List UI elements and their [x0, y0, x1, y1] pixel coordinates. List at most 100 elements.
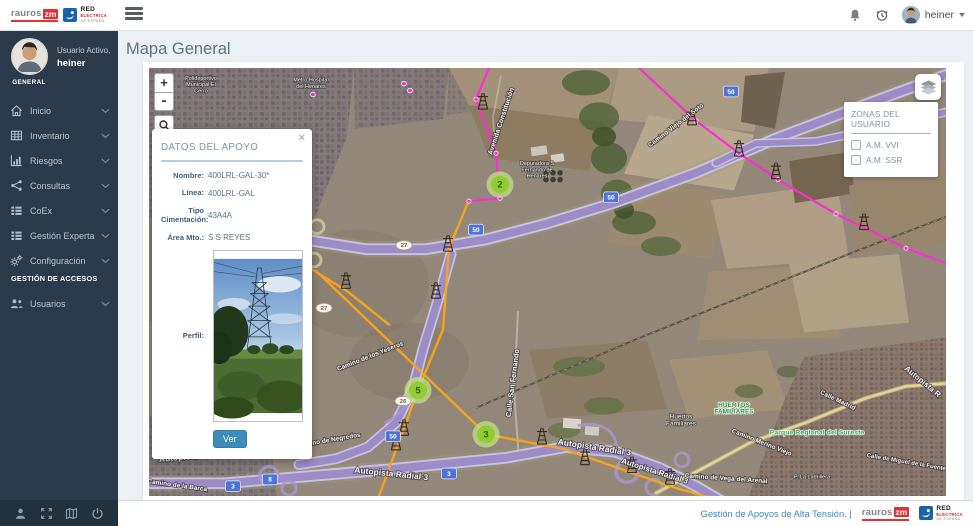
gears-icon	[10, 254, 23, 267]
chevron-down-icon	[101, 258, 110, 264]
sidebar-item-label: Configuración	[30, 256, 101, 266]
chevron-down-icon	[101, 233, 110, 239]
zonas-del-usuario-panel: ZONAS DEL USUARIO A.M. VVIA.M. SSR	[844, 102, 938, 177]
rauros-logo-text: rauros	[11, 8, 42, 19]
ree-logo-icon	[919, 506, 933, 520]
table-icon	[10, 129, 23, 142]
layers-icon	[920, 80, 937, 95]
svg-text:5: 5	[415, 384, 420, 395]
svg-text:3: 3	[483, 429, 488, 440]
sidebar-item-label: Usuarios	[30, 299, 101, 309]
ree-logo: RED ELÉCTRICA DE ESPAÑA	[63, 7, 107, 22]
zone-option: A.M. SSR	[851, 155, 931, 165]
zm-logo-badge: zm	[43, 9, 59, 19]
sidebar-item-coex[interactable]: CoEx	[0, 198, 118, 223]
sidebar-item-label: Riesgos	[30, 156, 101, 166]
perfil-label: Perfil:	[161, 331, 204, 340]
zones-panel-title: ZONAS DEL USUARIO	[851, 102, 931, 134]
place-label: FAMILIARES	[714, 409, 754, 416]
sidebar-item-consultas[interactable]: Consultas	[0, 173, 118, 198]
cluster-marker-2[interactable]: 2	[487, 171, 514, 197]
sidebar-user-panel: GENERAL Usuario Activo, heiner	[0, 30, 118, 90]
cluster-marker-5[interactable]: 5	[405, 377, 432, 403]
field-value: 400LRL-GAL-30*	[208, 171, 269, 180]
field-label: Línea:	[161, 188, 204, 197]
sidebar-item-label: Consultas	[30, 181, 101, 191]
map-card: 50505050338272726Autopista Radial 3Autop…	[143, 62, 964, 514]
field-value: 43A4A	[208, 211, 232, 220]
sidebar-menu: Inicio Inventario Riesgos Consultas CoEx Gest…	[0, 98, 118, 316]
field-label: Tipo Cimentación:	[161, 206, 204, 225]
sidebar-item-gesti-n-experta[interactable]: Gestión Experta	[0, 223, 118, 248]
place-label: Metro Hospital	[293, 78, 328, 84]
list-icon	[10, 204, 23, 217]
sidebar-footer	[0, 500, 118, 526]
bell-icon[interactable]	[848, 8, 862, 22]
sidebar-item-label: Inventario	[30, 131, 101, 141]
chevron-down-icon	[101, 158, 110, 164]
sidebar-item-label: CoEx	[30, 206, 101, 216]
popup-field: Nombre: 400LRL-GAL-30*	[161, 171, 303, 180]
power-line-node	[474, 97, 478, 101]
zones-options: A.M. VVIA.M. SSR	[844, 134, 938, 177]
list-icon	[10, 229, 23, 242]
avatar	[902, 6, 920, 24]
svg-text:26: 26	[400, 399, 407, 405]
sidebar-item-configuraci-n[interactable]: Configuración	[0, 248, 118, 273]
popup-field: Línea: 400LRL-GAL	[161, 188, 303, 197]
content-area: Mapa General	[118, 30, 973, 500]
chart-icon	[10, 154, 23, 167]
user-menu[interactable]: heiner	[902, 6, 965, 24]
rauros-logo-bar	[862, 519, 910, 521]
top-navbar: rauros zm RED ELÉCTRICA DE ESPAÑA	[0, 0, 973, 31]
popup-fields: Nombre: 400LRL-GAL-30* Línea: 400LRL-GAL Tip…	[161, 171, 303, 242]
page-title: Mapa General	[126, 40, 231, 59]
popup-field: Área Mto.:S S REYES	[161, 233, 303, 242]
chevron-down-icon	[101, 208, 110, 214]
field-value: 400LRL-GAL	[208, 189, 255, 198]
popup-field: Tipo Cimentación: 43A4A	[161, 206, 303, 225]
sidebar: GENERAL Usuario Activo, heiner Inicio Inv…	[0, 30, 118, 526]
place-label: Cerro	[194, 89, 208, 95]
sidebar-item-riesgos[interactable]: Riesgos	[0, 148, 118, 173]
power-line-node	[904, 246, 908, 250]
chevron-down-icon	[959, 13, 965, 17]
popup-header: DATOS DEL APOYO	[161, 129, 303, 162]
sidebar-subitem-gesti-n-de-accesos[interactable]: GESTIÓN DE ACCESOS	[0, 273, 118, 291]
alarm-clock-icon[interactable]	[875, 8, 889, 22]
map-canvas[interactable]: 50505050338272726Autopista Radial 3Autop…	[149, 68, 946, 496]
sidebar-item-usuarios[interactable]: Usuarios	[0, 291, 118, 316]
expand-icon[interactable]	[40, 507, 53, 520]
apoyo-photo	[213, 250, 303, 422]
sidebar-item-inventario[interactable]: Inventario	[0, 123, 118, 148]
rauroszm-logo-footer: rauros zm	[862, 507, 910, 521]
svg-text:27: 27	[321, 306, 328, 312]
ree-sub2: DE ESPAÑA	[80, 19, 107, 23]
sidebar-item-inicio[interactable]: Inicio	[0, 98, 118, 123]
place-label: Depuradora S	[520, 161, 555, 167]
zone-label: A.M. SSR	[866, 155, 902, 165]
close-icon[interactable]: ×	[299, 132, 305, 144]
zm-logo-badge: zm	[894, 507, 910, 517]
zoom-in-button[interactable]: +	[154, 73, 174, 92]
field-label: Nombre:	[161, 171, 204, 180]
ree-logo-icon	[63, 8, 77, 22]
svg-text:8: 8	[268, 477, 272, 484]
brand-area: rauros zm RED ELÉCTRICA DE ESPAÑA	[0, 0, 118, 30]
user-role-label: GENERAL	[12, 79, 46, 86]
person-icon[interactable]	[14, 507, 27, 520]
zoom-out-button[interactable]: -	[154, 92, 174, 111]
chevron-down-icon	[101, 301, 110, 307]
power-line-node	[834, 212, 838, 216]
checkbox[interactable]	[851, 155, 861, 165]
ver-button[interactable]: Ver	[213, 430, 247, 448]
chevron-down-icon	[101, 183, 110, 189]
place-label: Fernando de	[521, 167, 552, 173]
cluster-marker-3[interactable]: 3	[473, 421, 500, 447]
power-icon[interactable]	[91, 507, 104, 520]
map-icon[interactable]	[65, 507, 78, 520]
sidebar-toggle-button[interactable]	[125, 7, 143, 23]
checkbox[interactable]	[851, 140, 861, 150]
svg-text:3: 3	[447, 471, 451, 478]
layers-button[interactable]	[915, 74, 941, 100]
